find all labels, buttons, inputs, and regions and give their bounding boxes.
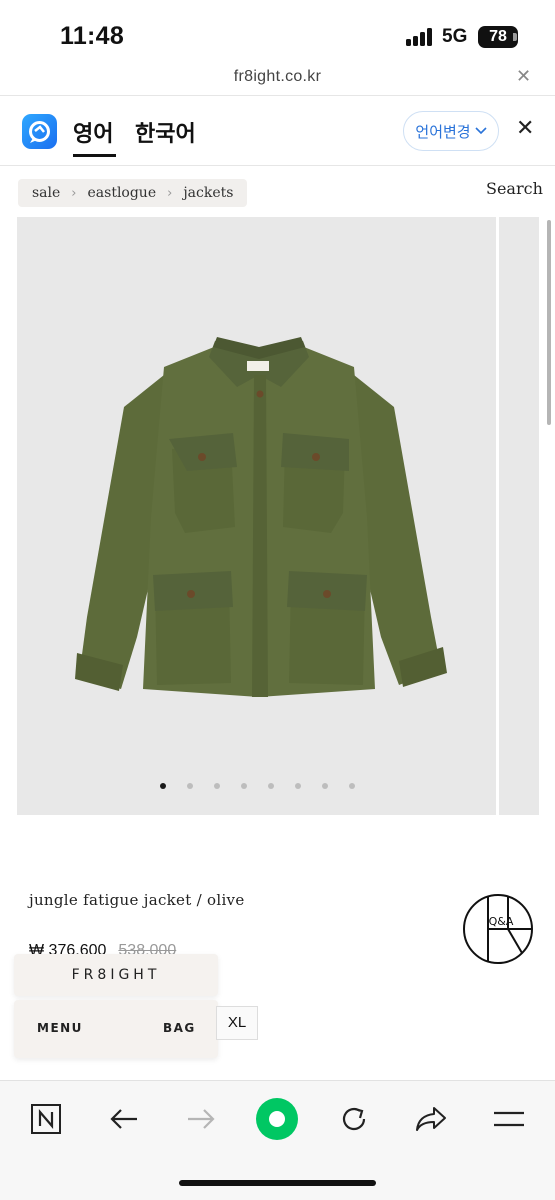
fr8ight-logo[interactable]: FR8IGHT (14, 954, 218, 996)
product-image (75, 337, 447, 697)
papago-logo-icon (22, 114, 57, 149)
gallery-dot[interactable] (160, 783, 166, 789)
forward-arrow-icon[interactable] (179, 1097, 223, 1141)
gallery-dot[interactable] (322, 783, 328, 789)
tab-english[interactable]: 영어 (73, 116, 113, 148)
active-tab-underline (73, 154, 116, 157)
share-icon[interactable] (409, 1097, 453, 1141)
menu-button[interactable]: MENU (37, 1021, 83, 1035)
product-image-gallery[interactable] (17, 217, 496, 815)
bag-button[interactable]: BAG (163, 1021, 196, 1035)
status-bar: 11:48 5G 78 (0, 0, 555, 62)
change-language-label: 언어변경 (415, 122, 471, 141)
gallery-dot[interactable] (187, 783, 193, 789)
scrollbar[interactable] (547, 220, 551, 425)
refresh-icon[interactable] (332, 1097, 376, 1141)
battery-icon: 78 (478, 26, 518, 48)
naver-icon[interactable] (24, 1097, 68, 1141)
tab-korean[interactable]: 한국어 (135, 116, 196, 148)
next-image-preview[interactable] (499, 217, 539, 815)
chevron-right-icon: › (167, 185, 173, 201)
green-dot-button[interactable] (255, 1097, 299, 1141)
url-text[interactable]: fr8ight.co.kr (0, 68, 555, 86)
qa-button[interactable]: Q&A (462, 893, 534, 965)
qa-label: Q&A (489, 915, 514, 928)
chevron-down-icon (475, 127, 487, 135)
back-arrow-icon[interactable] (102, 1097, 146, 1141)
breadcrumb-item-sale[interactable]: sale (32, 185, 60, 201)
url-bar[interactable]: fr8ight.co.kr ✕ (0, 62, 555, 96)
change-language-button[interactable]: 언어변경 (403, 111, 499, 151)
menu-icon[interactable] (487, 1097, 531, 1141)
close-icon[interactable]: ✕ (516, 66, 531, 87)
product-title: jungle fatigue jacket / olive (29, 891, 245, 909)
gallery-dot[interactable] (295, 783, 301, 789)
gallery-dot[interactable] (349, 783, 355, 789)
home-indicator (179, 1180, 376, 1186)
gallery-dot[interactable] (241, 783, 247, 789)
size-option-xl[interactable]: XL (216, 1006, 258, 1040)
battery-tip (513, 33, 517, 41)
gallery-dot[interactable] (268, 783, 274, 789)
search-link[interactable]: Search (486, 179, 543, 198)
status-time: 11:48 (60, 22, 125, 50)
close-translate-icon[interactable]: ✕ (516, 116, 534, 141)
breadcrumb-item-jackets[interactable]: jackets (183, 185, 233, 201)
breadcrumb: sale › eastlogue › jackets (18, 179, 248, 207)
network-label: 5G (442, 26, 468, 47)
breadcrumb-item-eastlogue[interactable]: eastlogue (88, 185, 157, 201)
signal-icon (406, 28, 436, 46)
gallery-pagination (17, 783, 496, 789)
chevron-right-icon: › (71, 185, 77, 201)
gallery-dot[interactable] (214, 783, 220, 789)
translate-bar: 영어 한국어 언어변경 ✕ (0, 96, 555, 166)
fr8ight-nav: MENU BAG (14, 1000, 218, 1058)
